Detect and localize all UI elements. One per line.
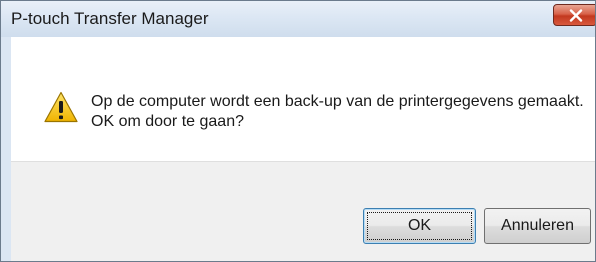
cancel-button[interactable]: Annuleren [484,208,591,244]
dialog-window: P-touch Transfer Manager Op de computer … [0,0,596,262]
dialog-content: Op de computer wordt een back-up van de … [11,37,595,161]
message-line-1: Op de computer wordt een back-up van de … [91,93,584,110]
button-bar: OK Annuleren [11,161,595,261]
message-line-2: OK om door te gaan? [91,113,244,130]
close-icon [569,9,583,22]
warning-icon [44,91,78,123]
close-button[interactable] [553,4,595,26]
window-title: P-touch Transfer Manager [11,9,209,28]
dialog-message: Op de computer wordt een back-up van de … [91,92,584,132]
ok-button-label: OK [367,212,472,240]
title-bar[interactable]: P-touch Transfer Manager [1,1,595,37]
ok-button[interactable]: OK [363,208,476,244]
